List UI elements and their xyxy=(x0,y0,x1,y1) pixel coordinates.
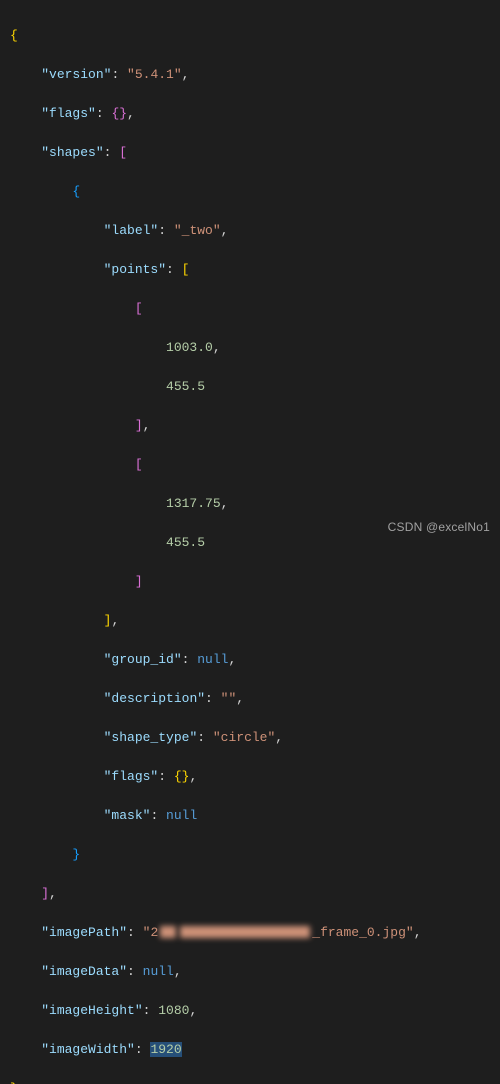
val-image-height: 1080 xyxy=(158,1003,189,1018)
key-image-height: "imageHeight" xyxy=(41,1003,142,1018)
redacted-segment xyxy=(180,926,310,938)
key-label: "label" xyxy=(104,223,159,238)
point-0-x: 1003.0 xyxy=(166,340,213,355)
close-brace: } xyxy=(10,1081,18,1084)
key-image-width: "imageWidth" xyxy=(41,1042,135,1057)
val-version: "5.4.1" xyxy=(127,67,182,82)
val-label: "_two" xyxy=(174,223,221,238)
key-shapes: "shapes" xyxy=(41,145,103,160)
val-shape-type: "circle" xyxy=(213,730,275,745)
key-version: "version" xyxy=(41,67,111,82)
key-points: "points" xyxy=(104,262,166,277)
key-flags: "flags" xyxy=(41,106,96,121)
key-shape-type: "shape_type" xyxy=(104,730,198,745)
key-mask: "mask" xyxy=(104,808,151,823)
point-1-x: 1317.75 xyxy=(166,496,221,511)
open-brace: { xyxy=(10,28,18,43)
key-image-path: "imagePath" xyxy=(41,925,127,940)
watermark-text: CSDN @excelNo1 xyxy=(388,518,490,536)
val-image-width: 1920 xyxy=(150,1042,181,1057)
point-0-y: 455.5 xyxy=(166,379,205,394)
key-image-data: "imageData" xyxy=(41,964,127,979)
code-editor[interactable]: { "version": "5.4.1", "flags": {}, "shap… xyxy=(0,0,500,1084)
redacted-segment xyxy=(160,926,176,938)
key-group-id: "group_id" xyxy=(104,652,182,667)
key-flags-inner: "flags" xyxy=(104,769,159,784)
point-1-y: 455.5 xyxy=(166,535,205,550)
key-description: "description" xyxy=(104,691,205,706)
